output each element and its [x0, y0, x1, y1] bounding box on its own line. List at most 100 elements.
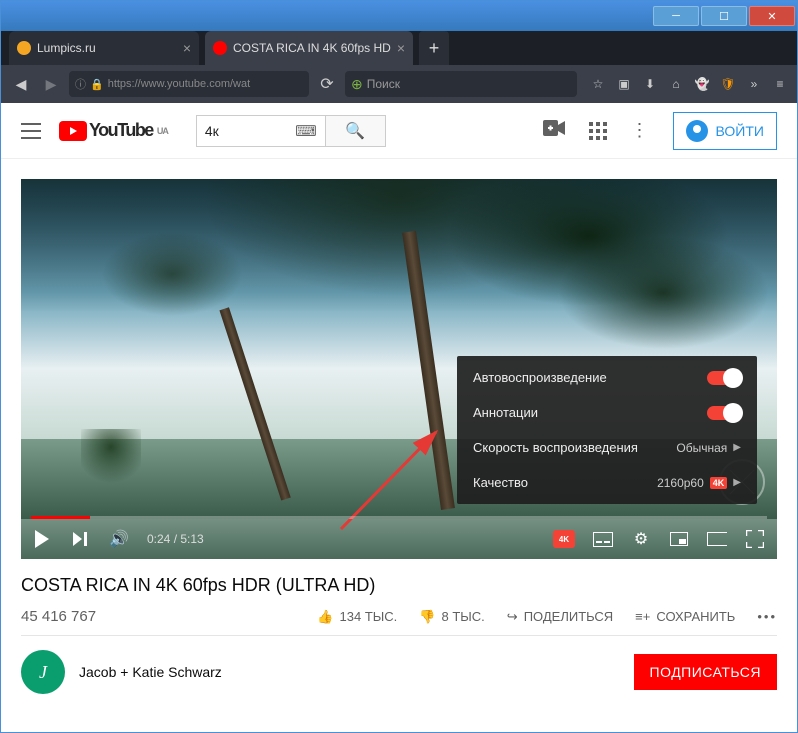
more-actions-button[interactable]: ••• — [757, 609, 777, 624]
search-engine-icon: ⊕ — [351, 76, 363, 93]
miniplayer-button[interactable] — [669, 532, 689, 546]
region-label: UA — [157, 126, 168, 136]
more-icon[interactable]: ⋮ — [631, 120, 649, 141]
search-placeholder: Поиск — [367, 77, 400, 91]
signin-label: ВОЙТИ — [716, 123, 764, 139]
speed-value: Обычная — [676, 441, 727, 455]
url-text: https://www.youtube.com/wat — [108, 78, 250, 90]
view-count: 45 416 767 — [21, 608, 96, 625]
youtube-search: 4к ⌨ 🔍 — [196, 115, 386, 147]
video-player[interactable]: Автовоспроизведение Аннотации Скорость в… — [21, 179, 777, 559]
dislike-button[interactable]: 👎8 ТЫС. — [419, 609, 484, 625]
annotations-label: Аннотации — [473, 405, 538, 420]
video-player-container: Автовоспроизведение Аннотации Скорость в… — [1, 159, 797, 559]
browser-tab-lumpics[interactable]: Lumpics.ru × — [9, 31, 199, 65]
quality-value: 2160p60 — [657, 476, 704, 490]
menu-autoplay-toggle[interactable]: Автовоспроизведение — [457, 360, 757, 395]
thumb-up-icon: 👍 — [317, 609, 333, 625]
menu-speed-item[interactable]: Скорость воспроизведения Обычная ▶ — [457, 430, 757, 465]
extension-shield-icon[interactable]: 🛡 — [719, 75, 737, 93]
badge-4k: 4K — [710, 477, 728, 489]
play-button[interactable] — [33, 530, 53, 548]
next-button[interactable] — [71, 532, 91, 546]
fullscreen-button[interactable] — [745, 530, 765, 548]
extension-badge-icon[interactable]: 4K — [553, 530, 575, 548]
like-count: 134 ТЫС. — [340, 609, 398, 624]
reader-icon[interactable]: ▣ — [615, 75, 633, 93]
volume-button[interactable]: 🔊 — [109, 529, 129, 549]
favicon-icon — [17, 41, 31, 55]
address-bar[interactable]: ⓘ 🔒 https://www.youtube.com/wat — [69, 71, 309, 97]
time-total: 5:13 — [180, 532, 203, 546]
browser-tab-bar: Lumpics.ru × COSTA RICA IN 4K 60fps HD ×… — [1, 31, 797, 65]
navbar-extensions: ☆ ▣ ⬇ ⌂ 👻 🛡 » ≡ — [589, 75, 789, 93]
signin-button[interactable]: ВОЙТИ — [673, 112, 777, 150]
window-maximize-button[interactable]: ☐ — [701, 6, 747, 26]
create-video-icon[interactable] — [543, 120, 565, 141]
channel-avatar[interactable]: J — [21, 650, 65, 694]
nav-back-button[interactable]: ◀ — [9, 72, 33, 96]
keyboard-icon[interactable]: ⌨ — [295, 122, 317, 140]
save-button[interactable]: ≡+СОХРАНИТЬ — [635, 609, 735, 624]
search-button[interactable]: 🔍 — [326, 115, 386, 147]
menu-quality-item[interactable]: Качество 2160p60 4K ▶ — [457, 465, 757, 500]
share-button[interactable]: ↪ ПОДЕЛИТЬСЯ — [507, 609, 613, 625]
share-label: ПОДЕЛИТЬСЯ — [524, 609, 613, 624]
channel-row: J Jacob + Katie Schwarz ПОДПИСАТЬСЯ — [1, 636, 797, 708]
home-icon[interactable]: ⌂ — [667, 75, 685, 93]
menu-icon[interactable]: ≡ — [771, 75, 789, 93]
search-value: 4к — [205, 123, 219, 139]
search-input[interactable]: 4к ⌨ — [196, 115, 326, 147]
shield-icon: ⓘ — [75, 76, 86, 92]
nav-forward-button[interactable]: ▶ — [39, 72, 63, 96]
subscribe-button[interactable]: ПОДПИСАТЬСЯ — [634, 654, 777, 690]
close-tab-icon[interactable]: × — [183, 40, 191, 56]
toggle-on-icon[interactable] — [707, 406, 741, 420]
time-display: 0:24 / 5:13 — [147, 532, 204, 546]
lock-icon: 🔒 — [90, 78, 104, 91]
download-icon[interactable]: ⬇ — [641, 75, 659, 93]
video-stats-row: 45 416 767 👍 134 ТЫС. 👎8 ТЫС. ↪ ПОДЕЛИТЬСЯ… — [21, 602, 777, 635]
window-close-button[interactable]: ✕ — [749, 6, 795, 26]
quality-label: Качество — [473, 475, 528, 490]
apps-grid-icon[interactable] — [589, 122, 607, 140]
channel-name[interactable]: Jacob + Katie Schwarz — [79, 664, 222, 680]
avatar-icon — [686, 120, 708, 142]
youtube-play-icon — [59, 121, 87, 141]
menu-annotations-toggle[interactable]: Аннотации — [457, 395, 757, 430]
player-settings-menu: Автовоспроизведение Аннотации Скорость в… — [457, 356, 757, 504]
extension-icon[interactable]: 👻 — [693, 75, 711, 93]
like-button[interactable]: 👍 134 ТЫС. — [317, 609, 397, 625]
player-controls: 🔊 0:24 / 5:13 4K ⚙ — [21, 519, 777, 559]
time-current: 0:24 — [147, 532, 170, 546]
speed-label: Скорость воспроизведения — [473, 440, 638, 455]
tab-title: COSTA RICA IN 4K 60fps HD — [233, 41, 391, 55]
youtube-logo[interactable]: YouTube UA — [59, 120, 168, 141]
overflow-icon[interactable]: » — [745, 75, 763, 93]
window-titlebar: ─ ☐ ✕ — [1, 1, 797, 31]
theater-mode-button[interactable] — [707, 532, 727, 546]
search-icon: 🔍 — [345, 121, 365, 141]
chevron-right-icon: ▶ — [733, 477, 741, 488]
bookmark-icon[interactable]: ☆ — [589, 75, 607, 93]
youtube-logo-text: YouTube — [89, 120, 153, 141]
refresh-button[interactable]: ⟳ — [315, 74, 339, 94]
browser-search-box[interactable]: ⊕ Поиск — [345, 71, 577, 97]
video-meta: COSTA RICA IN 4K 60fps HDR (ULTRA HD) 45… — [1, 559, 797, 635]
share-icon: ↪ — [507, 609, 518, 625]
browser-tab-youtube[interactable]: COSTA RICA IN 4K 60fps HD × — [205, 31, 413, 65]
close-tab-icon[interactable]: × — [397, 40, 405, 56]
video-frame-fg — [81, 429, 141, 489]
settings-gear-button[interactable]: ⚙ — [631, 529, 651, 549]
toggle-on-icon[interactable] — [707, 371, 741, 385]
window-minimize-button[interactable]: ─ — [653, 6, 699, 26]
hamburger-menu-button[interactable] — [21, 123, 41, 139]
save-label: СОХРАНИТЬ — [656, 609, 735, 624]
autoplay-label: Автовоспроизведение — [473, 370, 607, 385]
chevron-right-icon: ▶ — [733, 442, 741, 453]
thumb-down-icon: 👎 — [419, 609, 435, 625]
youtube-header: YouTube UA 4к ⌨ 🔍 ⋮ ВОЙТИ — [1, 103, 797, 159]
new-tab-button[interactable]: + — [419, 31, 449, 65]
favicon-icon — [213, 41, 227, 55]
subtitles-button[interactable] — [593, 532, 613, 547]
